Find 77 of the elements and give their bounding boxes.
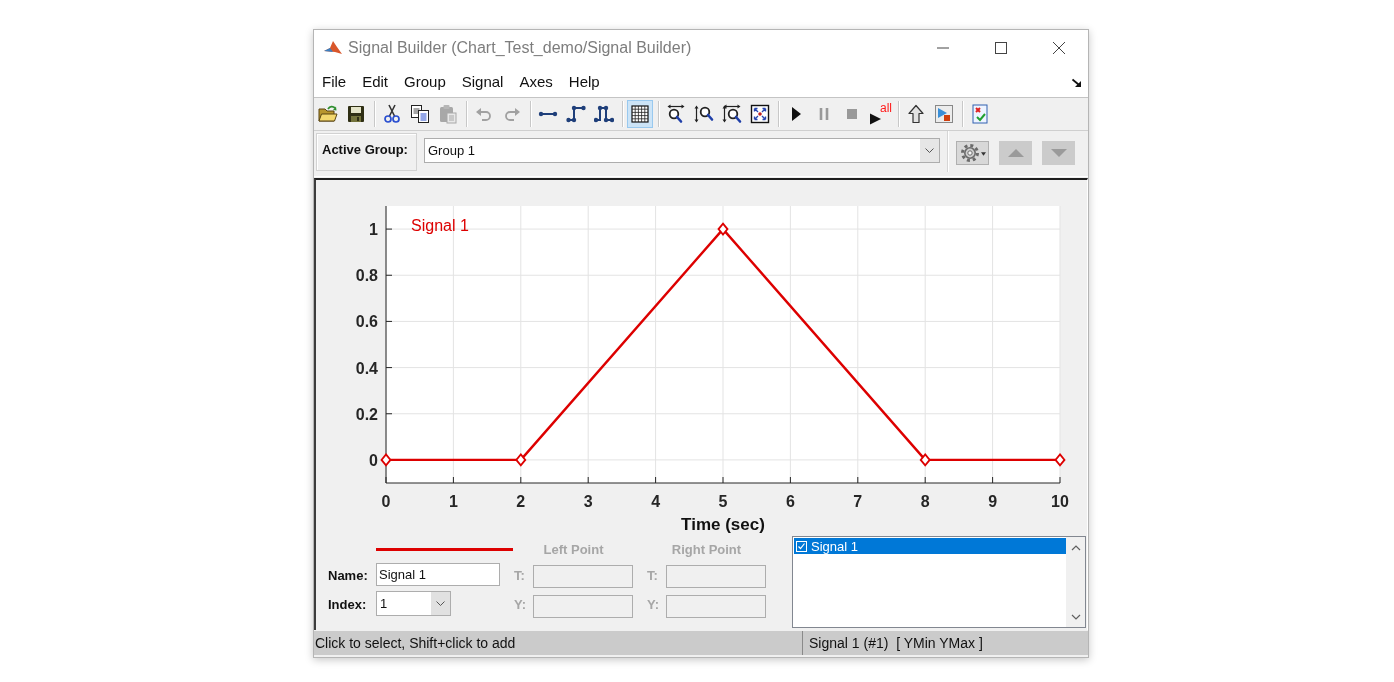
active-group-label: Active Group: bbox=[316, 133, 417, 171]
maximize-icon bbox=[995, 42, 1007, 54]
status-message: Click to select, Shift+click to add bbox=[314, 635, 517, 651]
point-group-title: Left Point bbox=[542, 541, 605, 557]
chevron-down-icon[interactable] bbox=[1070, 614, 1081, 620]
name-field[interactable]: Signal 1 bbox=[376, 563, 500, 586]
dock-arrow-icon[interactable] bbox=[1072, 78, 1082, 87]
pulse-icon bbox=[594, 104, 614, 124]
y-tick-label: 0.8 bbox=[355, 267, 378, 285]
peak-logo-icon bbox=[324, 39, 342, 57]
folder-icon bbox=[318, 104, 338, 124]
model-block-icon bbox=[934, 104, 954, 124]
menu-item[interactable]: File bbox=[314, 71, 355, 92]
grid-button[interactable] bbox=[627, 100, 653, 128]
triangle-up-icon bbox=[1007, 149, 1024, 157]
menu-item[interactable]: Axes bbox=[511, 71, 561, 92]
step-icon bbox=[566, 104, 586, 124]
x-tick-label: 10 bbox=[1051, 493, 1069, 510]
menu-item[interactable]: Signal bbox=[453, 71, 512, 92]
x-tick-label: 3 bbox=[583, 493, 593, 510]
diamond-point-marker[interactable] bbox=[717, 222, 729, 236]
diamond-point-marker[interactable] bbox=[1054, 453, 1066, 467]
menu-item[interactable]: Group bbox=[396, 71, 454, 92]
group-dropdown[interactable]: Group 1 bbox=[424, 138, 940, 163]
caret-icon bbox=[980, 152, 986, 156]
y-label: Y: bbox=[514, 596, 528, 612]
signal-list-item[interactable]: Signal 1 bbox=[794, 538, 1066, 554]
y-label: Y: bbox=[647, 596, 661, 612]
x-axis-title: Time (sec) bbox=[681, 515, 765, 534]
t-label: T: bbox=[514, 567, 526, 583]
triangle-down-icon bbox=[1050, 149, 1067, 157]
y-tick-label: 1 bbox=[369, 221, 378, 239]
y-tick-label: 0.6 bbox=[355, 313, 378, 331]
chevron-down-icon bbox=[431, 592, 450, 615]
zoom-y-icon bbox=[694, 104, 714, 124]
x-tick-label: 6 bbox=[785, 493, 795, 510]
grid-icon bbox=[630, 104, 650, 124]
diamond-point-marker[interactable] bbox=[380, 453, 392, 467]
zoom-x-icon bbox=[666, 104, 686, 124]
x-tick-label: 2 bbox=[516, 493, 526, 510]
x-tick-label: 4 bbox=[651, 493, 661, 510]
x-tick-label: 8 bbox=[920, 493, 930, 510]
vertical-scrollbar[interactable] bbox=[1066, 537, 1085, 627]
copy-icon bbox=[410, 104, 430, 124]
gear-icon bbox=[959, 143, 980, 163]
chevron-up-icon[interactable] bbox=[1070, 545, 1081, 551]
chevron-down-icon bbox=[920, 139, 939, 162]
settings-button[interactable] bbox=[956, 141, 989, 165]
menu-item[interactable]: Help bbox=[560, 71, 608, 92]
x-tick-label: 0 bbox=[381, 493, 391, 510]
status-signal-info: Signal 1 (#1) [ YMin YMax ] bbox=[802, 631, 983, 655]
y-tick-label: 0 bbox=[369, 451, 378, 469]
x-tick-label: 1 bbox=[448, 493, 458, 510]
diamond-point-marker[interactable] bbox=[919, 453, 931, 467]
t-label: T: bbox=[647, 567, 659, 583]
menu-item[interactable]: Edit bbox=[354, 71, 397, 92]
y-tick-label: 0.4 bbox=[355, 359, 378, 377]
x-tick-label: 9 bbox=[988, 493, 998, 510]
x-tick-label: 7 bbox=[853, 493, 863, 510]
index-dropdown[interactable]: 1 bbox=[376, 591, 451, 616]
scissors-icon bbox=[382, 104, 402, 124]
series-label: Signal 1 bbox=[411, 217, 469, 234]
play-icon bbox=[870, 113, 881, 125]
diamond-point-marker[interactable] bbox=[515, 453, 527, 467]
up-arrow-icon bbox=[906, 104, 926, 124]
x-tick-label: 5 bbox=[718, 493, 728, 510]
index-label: Index: bbox=[328, 596, 368, 612]
y-tick-label: 0.2 bbox=[355, 405, 378, 423]
close-icon bbox=[1053, 42, 1065, 54]
window-title: Signal Builder (Chart_Test_demo/Signal Builder) bbox=[348, 39, 692, 57]
zoom-xy-icon bbox=[722, 104, 742, 124]
clipboard-icon bbox=[438, 104, 458, 124]
name-label: Name: bbox=[328, 567, 369, 583]
point-group-title: Right Point bbox=[670, 541, 743, 557]
fit-to-view-icon bbox=[750, 104, 770, 124]
checkbox[interactable] bbox=[796, 540, 807, 552]
checklist-icon bbox=[970, 104, 990, 124]
